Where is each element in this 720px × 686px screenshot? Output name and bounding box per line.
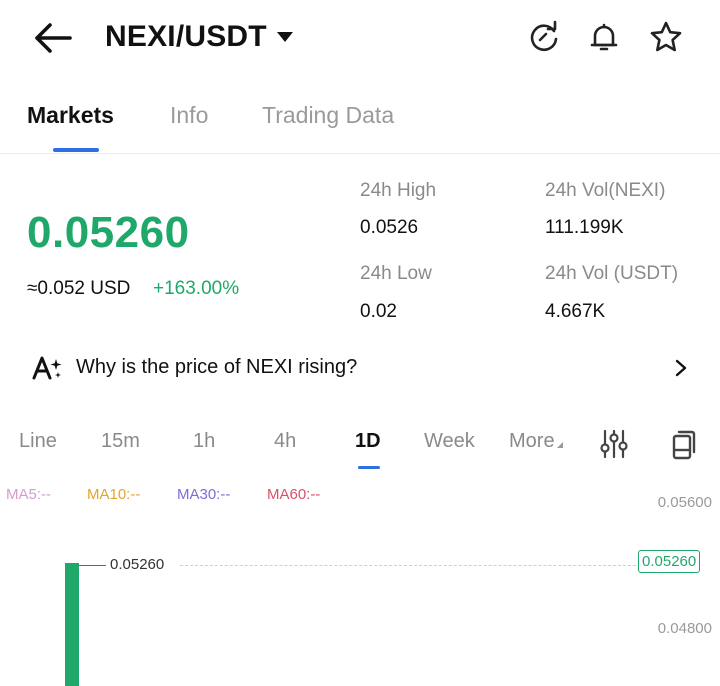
interval-4h[interactable]: 4h	[274, 430, 296, 453]
ai-sparkle-icon	[32, 356, 62, 380]
volume-base-value: 111.199K	[545, 217, 624, 238]
refresh-icon[interactable]	[526, 19, 562, 55]
tab-markets[interactable]: Markets	[27, 102, 114, 129]
price-insight-text: Why is the price of NEXI rising?	[76, 356, 358, 378]
ma10-label: MA10:--	[87, 486, 141, 503]
dropdown-corner-icon	[556, 442, 563, 448]
tab-trading-data[interactable]: Trading Data	[262, 102, 394, 129]
active-tab-indicator	[53, 148, 99, 152]
volume-base-label: 24h Vol(NEXI)	[545, 180, 666, 201]
price-axis-label-mid: 0.04800	[657, 620, 712, 637]
candlestick	[65, 563, 79, 686]
pair-label: NEXI/USDT	[105, 20, 267, 53]
layout-switch-icon[interactable]	[666, 426, 702, 462]
volume-quote-value: 4.667K	[545, 301, 606, 322]
interval-1d[interactable]: 1D	[355, 430, 381, 453]
high-24h-value: 0.0526	[360, 217, 419, 238]
bell-icon[interactable]	[586, 19, 622, 55]
price-insight-row[interactable]: Why is the price of NEXI rising?	[0, 340, 720, 396]
last-price-line	[180, 565, 636, 566]
star-icon[interactable]	[648, 19, 684, 55]
ma5-label: MA5:--	[6, 486, 51, 503]
last-price-marker-label: 0.05260	[110, 556, 165, 573]
usd-equivalent: ≈0.052 USD	[27, 278, 131, 299]
pair-selector[interactable]: NEXI/USDT	[105, 20, 293, 54]
last-price-axis-tag: 0.05260	[638, 550, 701, 573]
last-price: 0.05260	[27, 208, 190, 257]
low-24h-label: 24h Low	[360, 263, 432, 284]
interval-line[interactable]: Line	[19, 430, 57, 453]
active-interval-indicator	[358, 466, 380, 469]
indicator-settings-icon[interactable]	[596, 426, 632, 462]
volume-quote-label: 24h Vol (USDT)	[545, 263, 679, 284]
top-bar: NEXI/USDT	[0, 0, 720, 78]
interval-week[interactable]: Week	[424, 430, 475, 453]
interval-more-label: More	[509, 430, 555, 452]
interval-15m[interactable]: 15m	[101, 430, 140, 453]
interval-more[interactable]: More	[509, 430, 563, 453]
chevron-right-icon	[675, 359, 687, 377]
price-axis-label-top: 0.05600	[657, 494, 712, 511]
interval-1h[interactable]: 1h	[193, 430, 215, 453]
ma60-label: MA60:--	[267, 486, 321, 503]
caret-down-icon	[276, 32, 293, 42]
low-24h-value: 0.02	[360, 301, 397, 322]
high-24h-label: 24h High	[360, 180, 437, 201]
last-price-tick	[79, 565, 106, 566]
section-tabs: Markets Info Trading Data	[0, 96, 720, 154]
ma30-label: MA30:--	[177, 486, 231, 503]
tab-info[interactable]: Info	[170, 102, 208, 129]
price-change-percent: +163.00%	[153, 278, 240, 299]
back-arrow-icon[interactable]	[28, 18, 76, 58]
